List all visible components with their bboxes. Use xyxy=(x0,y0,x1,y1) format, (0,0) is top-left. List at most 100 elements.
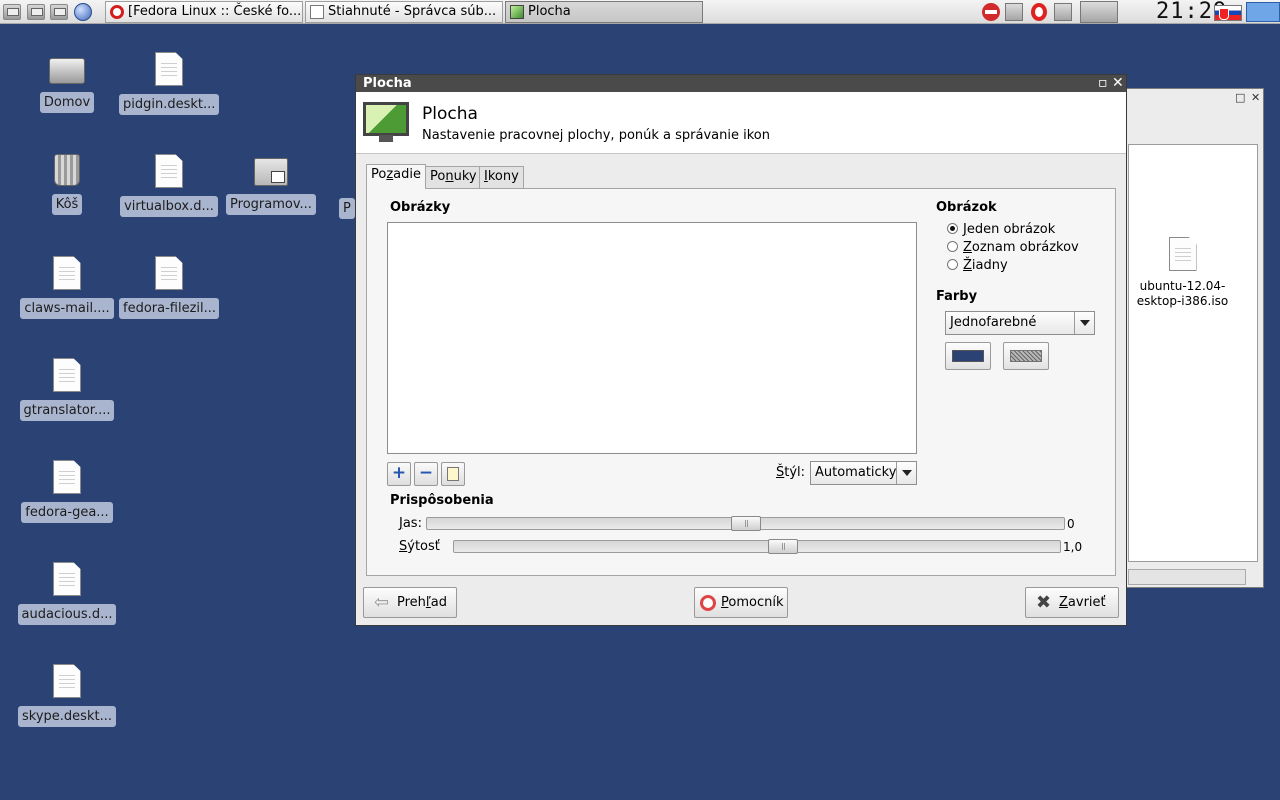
dialog-title: Plocha xyxy=(363,76,412,91)
chevron-down-icon xyxy=(1074,312,1094,334)
radio-single-image[interactable]: Jeden obrázok xyxy=(947,222,1055,237)
desktop-icon-file[interactable]: claws-mail.... xyxy=(17,256,117,323)
slider-handle[interactable] xyxy=(768,539,798,554)
secondary-color-button[interactable] xyxy=(1003,342,1049,370)
arrow-left-icon: ⇦ xyxy=(374,592,390,613)
desktop-icon-label: Programov... xyxy=(226,194,316,215)
desktop-icon-label: P xyxy=(339,198,355,219)
desktop-icon-label: audacious.d... xyxy=(17,604,117,625)
colors-section-title: Farby xyxy=(936,289,978,304)
desktop-icon-file[interactable]: skype.deskt... xyxy=(17,664,117,731)
dialog-titlebar[interactable]: Plocha ▫ ✕ xyxy=(356,75,1126,92)
document-icon xyxy=(53,460,81,494)
desktop-icon-label: fedora-filezil... xyxy=(119,298,219,319)
show-desktop-icon[interactable] xyxy=(3,4,21,20)
overview-button[interactable]: ⇦ Prehľad xyxy=(363,587,457,618)
document-icon xyxy=(53,664,81,698)
document-icon xyxy=(155,256,183,290)
image-list[interactable] xyxy=(387,222,917,454)
radio-button[interactable] xyxy=(947,241,958,252)
adjustments-section-title: Prispôsobenia xyxy=(390,493,494,508)
desktop-icon-file[interactable]: fedora-filezil... xyxy=(119,256,219,323)
tray-app-icon[interactable] xyxy=(1054,3,1072,21)
brightness-value: 0 xyxy=(1067,517,1075,531)
maximize-icon[interactable]: □ xyxy=(1235,92,1245,103)
desktop-icon-file[interactable]: fedora-gea... xyxy=(17,460,117,527)
color-swatch-disabled xyxy=(1010,350,1042,362)
color-style-select[interactable]: Jednofarebné xyxy=(945,311,1095,335)
folder-icon xyxy=(310,5,324,19)
file-item-label: ubuntu-12.04- esktop-i386.iso xyxy=(1136,279,1229,308)
taskbar-item-browser[interactable]: [Fedora Linux :: České fo... xyxy=(105,1,303,23)
edit-image-button[interactable] xyxy=(441,462,465,486)
desktop-icon-label: Domov xyxy=(39,92,95,113)
stop-icon[interactable] xyxy=(982,3,1000,21)
brightness-slider[interactable] xyxy=(426,516,1065,531)
close-icon[interactable]: ✕ xyxy=(1112,75,1124,92)
radio-button[interactable] xyxy=(947,223,958,234)
desktop-icon-trash[interactable]: Kôš xyxy=(17,154,117,219)
opera-icon xyxy=(110,5,124,19)
style-select[interactable]: Automaticky xyxy=(810,461,917,485)
primary-color-button[interactable] xyxy=(945,342,991,370)
add-image-button[interactable]: + xyxy=(387,462,411,486)
desktop-icon-file[interactable]: virtualbox.d... xyxy=(119,154,219,221)
slider-handle[interactable] xyxy=(731,516,761,531)
taskbar-item-plocha[interactable]: Plocha xyxy=(505,1,703,23)
desktop-icon-home[interactable]: Domov xyxy=(17,52,117,117)
close-button[interactable]: ✖ Zavrieť xyxy=(1025,587,1119,618)
close-icon: ✖ xyxy=(1036,592,1052,613)
monitor-icon xyxy=(363,102,409,142)
style-label: Štýl: xyxy=(776,465,806,480)
document-icon xyxy=(155,52,183,86)
document-icon xyxy=(53,562,81,596)
trash-icon xyxy=(54,154,80,186)
document-icon xyxy=(155,154,183,188)
desktop-settings-dialog: Plocha ▫ ✕ Plocha Nastavenie pracovnej p… xyxy=(355,74,1127,626)
workspace-switcher[interactable] xyxy=(1246,2,1280,22)
desktop-settings-icon xyxy=(510,5,524,19)
document-icon xyxy=(53,256,81,290)
desktop-icon-programs[interactable]: Programov... xyxy=(221,154,321,219)
desktop-icon-label: gtranslator.... xyxy=(19,400,115,421)
remove-image-button[interactable]: − xyxy=(414,462,438,486)
tray-drive-icon[interactable] xyxy=(1080,1,1118,23)
document-icon xyxy=(1168,237,1197,271)
dialog-header: Plocha Nastavenie pracovnej plochy, ponú… xyxy=(356,92,1126,154)
file-view[interactable] xyxy=(1128,144,1258,562)
top-panel: [Fedora Linux :: České fo... Stiahnuté -… xyxy=(0,0,1280,24)
tab-menus[interactable]: Ponuky xyxy=(425,166,482,188)
tray-app-icon[interactable] xyxy=(1005,3,1023,21)
help-button[interactable]: Pomocník xyxy=(694,587,788,618)
desktop-icon-label: virtualbox.d... xyxy=(120,196,218,217)
radio-image-list[interactable]: Zoznam obrázkov xyxy=(947,240,1079,255)
opera-tray-icon[interactable] xyxy=(1031,3,1047,21)
file-item-iso[interactable]: ubuntu-12.04- esktop-i386.iso xyxy=(1125,237,1240,309)
keyboard-layout-flag-icon[interactable] xyxy=(1214,5,1242,21)
saturation-value: 1,0 xyxy=(1063,540,1083,554)
desktop-icon-label: skype.deskt... xyxy=(18,706,116,727)
launcher-icon[interactable] xyxy=(27,4,45,20)
desktop-icon-file[interactable]: audacious.d... xyxy=(17,562,117,629)
tab-panel-background: Obrázky + − Štýl: Automaticky Obrázok Je… xyxy=(366,188,1116,576)
desktop-icon-label: pidgin.deskt... xyxy=(119,94,219,115)
desktop-icon-file[interactable]: gtranslator.... xyxy=(17,358,117,425)
shortcut-icon xyxy=(254,158,288,186)
horizontal-scrollbar[interactable] xyxy=(1128,569,1246,585)
header-title: Plocha xyxy=(422,104,478,124)
taskbar-item-file-manager[interactable]: Stiahnuté - Správca súb... xyxy=(305,1,503,23)
tab-background[interactable]: Pozadie xyxy=(366,164,426,189)
edit-icon xyxy=(447,467,459,481)
launcher-icon[interactable] xyxy=(50,4,68,20)
radio-no-image[interactable]: Žiadny xyxy=(947,258,1008,273)
header-subtitle: Nastavenie pracovnej plochy, ponúk a spr… xyxy=(422,128,770,143)
images-section-title: Obrázky xyxy=(390,200,451,215)
browser-launcher-icon[interactable] xyxy=(74,3,92,21)
maximize-icon[interactable]: ▫ xyxy=(1098,75,1108,92)
radio-button[interactable] xyxy=(947,259,958,270)
desktop-icon-file[interactable]: pidgin.deskt... xyxy=(119,52,219,119)
home-drive-icon xyxy=(49,58,85,84)
saturation-slider[interactable] xyxy=(453,539,1061,554)
tab-icons[interactable]: Ikony xyxy=(479,166,524,188)
close-icon[interactable]: ✕ xyxy=(1251,92,1261,103)
